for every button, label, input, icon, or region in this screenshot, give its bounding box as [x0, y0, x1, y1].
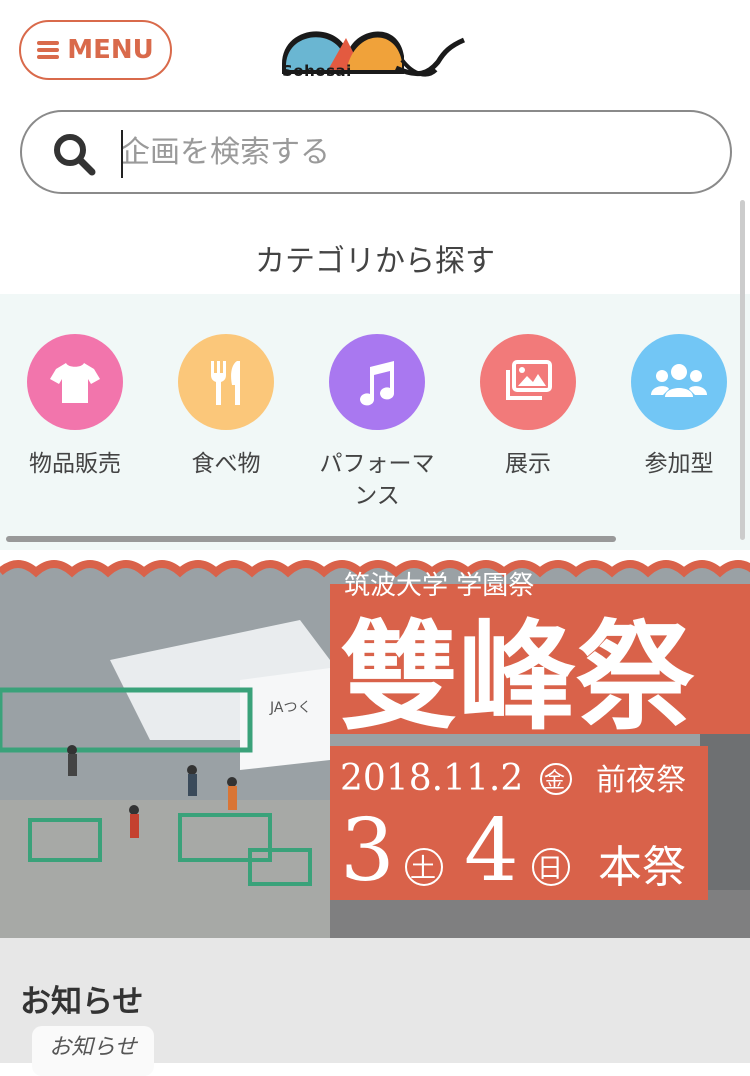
users-icon — [631, 334, 727, 430]
app-header: MENU Sohosai — [0, 0, 750, 100]
notice-section: お知らせ お知らせ — [0, 938, 750, 1076]
notice-heading: お知らせ — [20, 984, 144, 1020]
utensils-icon — [178, 334, 274, 430]
page-scrollbar[interactable] — [740, 200, 745, 540]
banner-weekday-4: 日 — [537, 854, 563, 884]
notice-tag[interactable]: お知らせ — [32, 1026, 154, 1076]
tent-sign: JAつく — [269, 700, 311, 716]
category-item-goods[interactable]: 物品販売 — [0, 334, 150, 480]
banner-eve-label: 前夜祭 — [596, 763, 686, 798]
category-label: 食べ物 — [191, 451, 261, 477]
carousel-scrollbar[interactable] — [6, 536, 616, 542]
logo-text: Sohosai — [282, 62, 352, 80]
menu-button[interactable]: MENU — [19, 20, 172, 80]
images-icon — [480, 334, 576, 430]
category-label: 物品販売 — [29, 451, 121, 477]
search-bar[interactable] — [20, 110, 732, 194]
tshirt-icon — [27, 334, 123, 430]
category-label: パフォーマンス — [319, 451, 435, 509]
category-item-performance[interactable]: パフォーマンス — [302, 334, 452, 512]
search-icon — [54, 134, 96, 176]
festival-photo: JAつく 筑波大学 学園祭 雙峰祭 2018.11.2 金 前夜祭 3 土 4 … — [0, 550, 750, 938]
category-carousel[interactable]: 物品販売 食べ物 パフォーマンス 展示 参加型 — [0, 294, 750, 550]
banner-weekday-3: 土 — [410, 854, 436, 884]
banner-title: 雙峰祭 — [340, 607, 695, 746]
text-caret — [121, 130, 123, 178]
banner-main-label: 本祭 — [598, 842, 686, 893]
category-item-food[interactable]: 食べ物 — [151, 334, 301, 480]
banner-subtitle: 筑波大学 学園祭 — [344, 571, 534, 601]
search-input[interactable] — [120, 126, 710, 178]
category-item-exhibition[interactable]: 展示 — [453, 334, 603, 480]
music-icon — [329, 334, 425, 430]
banner-day-4: 4 — [464, 801, 519, 901]
banner-weekday-1: 金 — [544, 768, 565, 792]
category-label: 展示 — [505, 451, 551, 477]
category-label: 参加型 — [644, 451, 714, 477]
category-heading: カテゴリから探す — [255, 244, 495, 279]
banner-day-3: 3 — [340, 801, 395, 901]
menu-button-label: MENU — [67, 35, 154, 65]
sohosai-logo[interactable]: Sohosai — [278, 16, 472, 86]
festival-banner[interactable]: JAつく 筑波大学 学園祭 雙峰祭 2018.11.2 金 前夜祭 3 土 4 … — [0, 550, 750, 938]
category-item-participation[interactable]: 参加型 — [604, 334, 750, 480]
banner-date: 2018.11.2 — [340, 758, 523, 799]
hamburger-icon — [37, 41, 60, 59]
